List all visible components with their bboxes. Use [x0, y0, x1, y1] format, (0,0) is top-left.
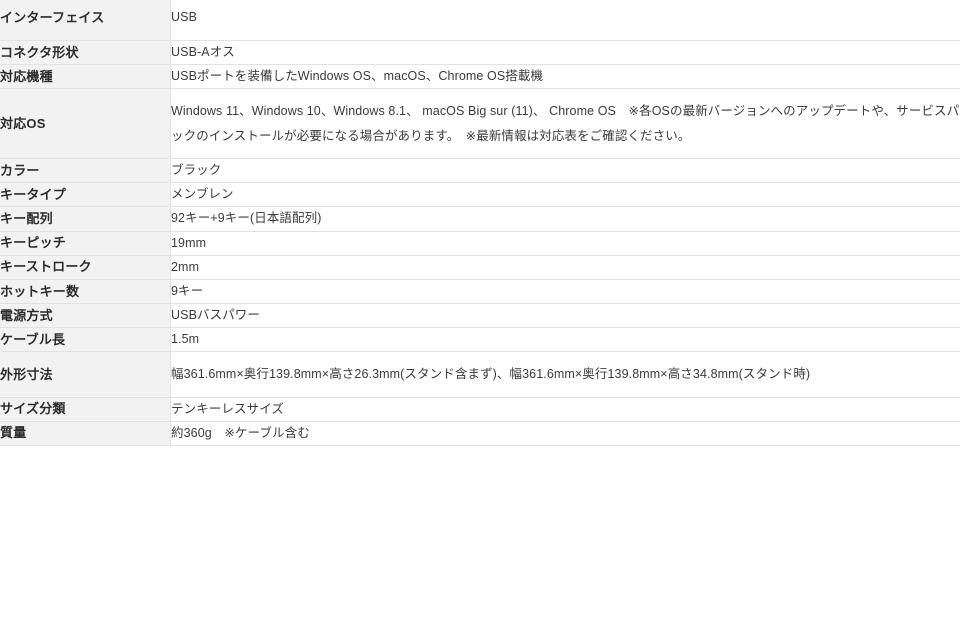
table-row: キーストローク 2mm: [0, 255, 960, 280]
table-row: インターフェイス USB: [0, 0, 960, 42]
spec-value-11: 1.5m: [170, 327, 960, 353]
spec-value-6: 92キー+9キー(日本語配列): [170, 206, 960, 232]
spec-label-6: キー配列: [0, 206, 171, 232]
spec-value-13: テンキーレスサイズ: [170, 397, 960, 422]
spec-label-11: ケーブル長: [0, 327, 171, 353]
spec-label-4: カラー: [0, 158, 171, 184]
spec-label-8: キーストローク: [0, 255, 171, 280]
spec-value-9: 9キー: [170, 279, 960, 304]
spec-label-3: 対応OS: [0, 88, 171, 160]
spec-value-5: メンブレン: [170, 182, 960, 208]
spec-label-7: キーピッチ: [0, 231, 171, 256]
table-row: 対応機種 USBポートを装備したWindows OS、macOS、Chrome O…: [0, 64, 960, 90]
spec-value-10: USBバスパワー: [170, 303, 960, 329]
spec-label-12: 外形寸法: [0, 351, 171, 398]
table-row: サイズ分類 テンキーレスサイズ: [0, 397, 960, 422]
table-row: カラー ブラック: [0, 158, 960, 184]
spec-value-7: 19mm: [170, 231, 960, 256]
spec-value-1: USB-Aオス: [170, 40, 960, 66]
table-row: 質量 約360g ※ケーブル含む: [0, 421, 960, 446]
spec-label-10: 電源方式: [0, 303, 171, 329]
spec-value-0: USB: [170, 0, 960, 42]
product-specifications-table: インターフェイス USB コネクタ形状 USB-Aオス 対応機種 USBポートを装備したW…: [0, 0, 960, 446]
table-row: 対応OS Windows 11、Windows 10、Windows 8.1、 m…: [0, 88, 960, 160]
spec-label-0: インターフェイス: [0, 0, 171, 42]
table-row: キー配列 92キー+9キー(日本語配列): [0, 206, 960, 232]
spec-value-12: 幅361.6mm×奥行139.8mm×高さ26.3mm(スタンド含まず)、幅36…: [170, 351, 960, 398]
spec-label-2: 対応機種: [0, 64, 171, 90]
table-row: キータイプ メンブレン: [0, 182, 960, 208]
spec-label-1: コネクタ形状: [0, 40, 171, 66]
spec-label-13: サイズ分類: [0, 397, 171, 422]
spec-value-2: USBポートを装備したWindows OS、macOS、Chrome OS搭載機: [170, 64, 960, 90]
table-row: 電源方式 USBバスパワー: [0, 303, 960, 329]
table-row: キーピッチ 19mm: [0, 231, 960, 256]
table-row: ケーブル長 1.5m: [0, 327, 960, 353]
spec-label-14: 質量: [0, 421, 171, 446]
table-row: コネクタ形状 USB-Aオス: [0, 40, 960, 66]
table-row: ホットキー数 9キー: [0, 279, 960, 304]
table-row: 外形寸法 幅361.6mm×奥行139.8mm×高さ26.3mm(スタンド含まず)…: [0, 351, 960, 398]
spec-value-4: ブラック: [170, 158, 960, 184]
spec-label-9: ホットキー数: [0, 279, 171, 304]
spec-value-8: 2mm: [170, 255, 960, 280]
spec-value-3: Windows 11、Windows 10、Windows 8.1、 macOS…: [170, 88, 960, 160]
specifications-body: インターフェイス USB コネクタ形状 USB-Aオス 対応機種 USBポートを装備したW…: [0, 0, 960, 446]
spec-label-5: キータイプ: [0, 182, 171, 208]
spec-value-14: 約360g ※ケーブル含む: [170, 421, 960, 446]
